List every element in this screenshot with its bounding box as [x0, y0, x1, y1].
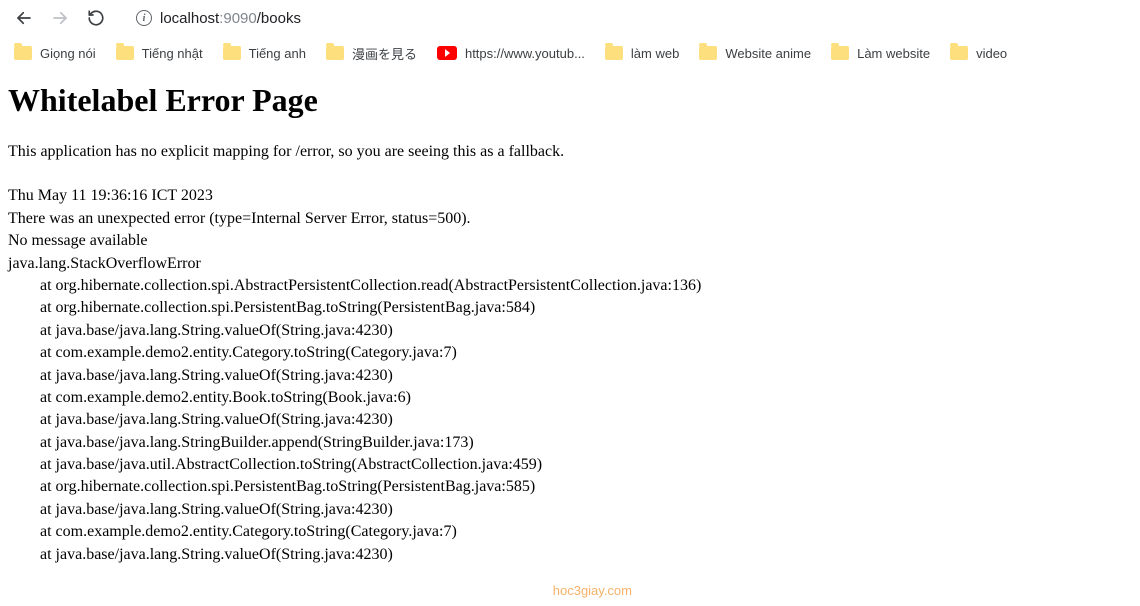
browser-toolbar: i localhost:9090/books: [0, 0, 1140, 36]
fallback-message: This application has no explicit mapping…: [8, 141, 1132, 163]
folder-icon: [14, 46, 32, 60]
folder-icon: [699, 46, 717, 60]
bookmark-label: làm web: [631, 46, 679, 61]
url-port: :9090: [219, 10, 257, 27]
page-title: Whitelabel Error Page: [8, 82, 1132, 119]
exception-class: java.lang.StackOverflowError: [8, 253, 1132, 275]
folder-icon: [326, 46, 344, 60]
folder-icon: [950, 46, 968, 60]
bookmark-label: Tiếng nhật: [142, 46, 203, 61]
bookmark-label: https://www.youtub...: [465, 46, 585, 61]
url-host: localhost: [160, 10, 219, 27]
error-timestamp: Thu May 11 19:36:16 ICT 2023: [8, 185, 1132, 207]
folder-icon: [831, 46, 849, 60]
arrow-left-icon: [15, 9, 33, 27]
site-info-icon[interactable]: i: [136, 10, 152, 26]
folder-icon: [223, 46, 241, 60]
youtube-icon: [437, 46, 457, 60]
bookmark-item[interactable]: Website anime: [699, 46, 811, 61]
bookmark-item[interactable]: Tiếng nhật: [116, 46, 203, 61]
message-line: No message available: [8, 230, 1132, 252]
bookmark-label: video: [976, 46, 1007, 61]
bookmark-item[interactable]: video: [950, 46, 1007, 61]
url-text: localhost:9090/books: [160, 10, 301, 27]
error-summary: There was an unexpected error (type=Inte…: [8, 208, 1132, 230]
bookmark-item[interactable]: làm web: [605, 46, 679, 61]
bookmark-label: Website anime: [725, 46, 811, 61]
arrow-right-icon: [51, 9, 69, 27]
page-content: Whitelabel Error Page This application h…: [0, 70, 1140, 578]
reload-button[interactable]: [80, 2, 112, 34]
back-button[interactable]: [8, 2, 40, 34]
bookmarks-bar: Giọng nói Tiếng nhật Tiếng anh 漫画を見る https:/…: [0, 36, 1140, 70]
forward-button[interactable]: [44, 2, 76, 34]
bookmark-label: Tiếng anh: [249, 46, 306, 61]
bookmark-item[interactable]: 漫画を見る: [326, 44, 417, 63]
folder-icon: [605, 46, 623, 60]
url-bar[interactable]: i localhost:9090/books: [126, 3, 1132, 33]
bookmark-label: Làm website: [857, 46, 930, 61]
stack-trace: at org.hibernate.collection.spi.Abstract…: [8, 275, 1132, 566]
folder-icon: [116, 46, 134, 60]
bookmark-item[interactable]: Làm website: [831, 46, 930, 61]
bookmark-item[interactable]: Giọng nói: [14, 46, 96, 61]
reload-icon: [87, 9, 105, 27]
bookmark-item[interactable]: https://www.youtub...: [437, 46, 585, 61]
watermark: hoc3giay.com: [553, 583, 632, 598]
bookmark-label: Giọng nói: [40, 46, 96, 61]
bookmark-item[interactable]: Tiếng anh: [223, 46, 306, 61]
url-path: /books: [257, 10, 301, 27]
bookmark-label: 漫画を見る: [352, 44, 417, 63]
